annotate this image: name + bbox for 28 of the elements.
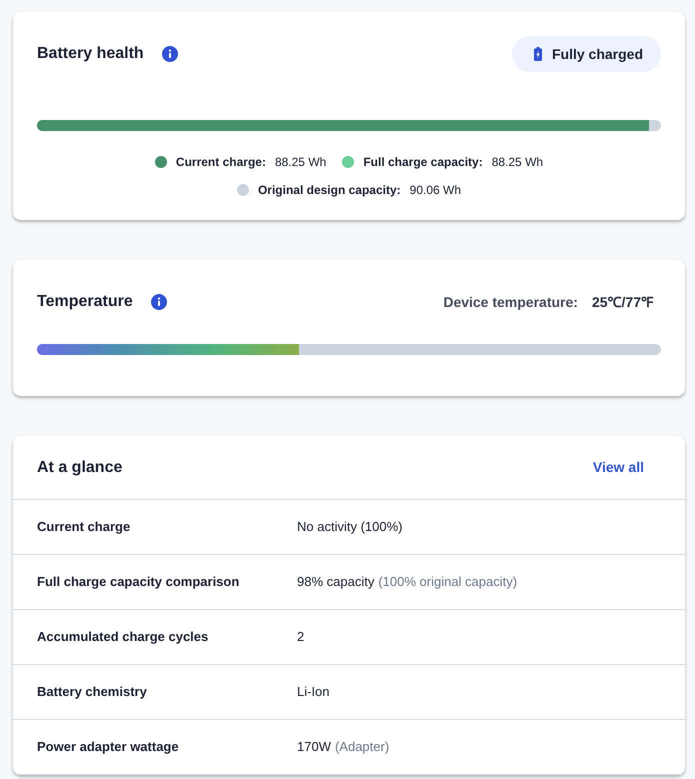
row-value: Li-Ion bbox=[297, 683, 330, 702]
legend-label: Full charge capacity: bbox=[363, 154, 483, 171]
row-note: (100% original capacity) bbox=[378, 573, 518, 592]
info-icon bbox=[162, 46, 178, 62]
legend-value: 90.06 Wh bbox=[410, 182, 462, 199]
row-label: Current charge bbox=[37, 518, 132, 536]
legend-value: 88.25 Wh bbox=[492, 154, 544, 171]
panel-title: Battery health bbox=[37, 44, 144, 64]
panel-title: Temperature bbox=[37, 292, 133, 312]
temperature-value: 25℃/77℉ bbox=[592, 292, 653, 312]
legend-label: Current charge: bbox=[176, 154, 266, 171]
legend-label: Original design capacity: bbox=[258, 182, 401, 199]
row-value: 2 bbox=[297, 628, 304, 646]
charge-status-pill: Fully charged bbox=[512, 36, 661, 72]
row-label: Power adapter wattage bbox=[37, 738, 180, 756]
row-label: Full charge capacity comparison bbox=[37, 573, 240, 592]
row-value: 170W bbox=[297, 738, 331, 756]
row-value: No activity (100%) bbox=[297, 518, 402, 536]
temperature-label: Device temperature: bbox=[443, 292, 578, 312]
battery-icon bbox=[534, 47, 542, 61]
row-note: (Adapter) bbox=[334, 738, 390, 756]
info-icon bbox=[150, 294, 167, 310]
view-all-link[interactable]: View all bbox=[592, 457, 644, 478]
row-label: Accumulated charge cycles bbox=[37, 628, 210, 646]
legend-value: 88.25 Wh bbox=[274, 154, 326, 171]
panel-title: At a glance bbox=[37, 458, 122, 478]
row-label: Battery chemistry bbox=[37, 683, 148, 702]
row-value: 98% capacity bbox=[297, 573, 374, 592]
